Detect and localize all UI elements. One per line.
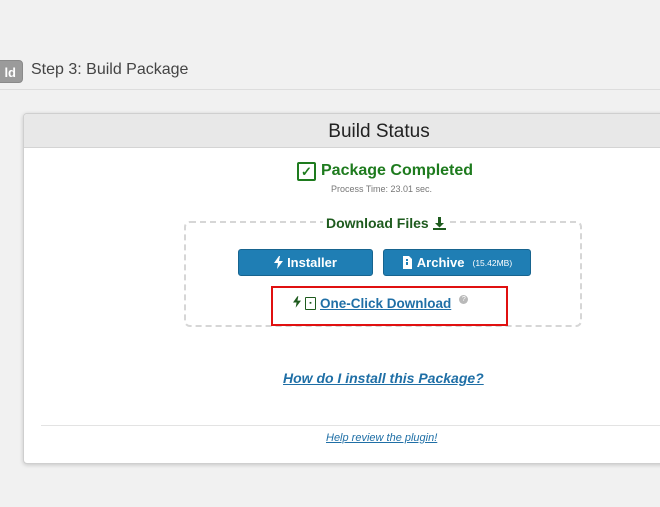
file-archive-icon — [402, 256, 412, 269]
review-plugin-link[interactable]: Help review the plugin! — [326, 432, 437, 444]
panel-header: Build Status — [24, 114, 660, 148]
download-files-label: Download Files — [326, 215, 429, 231]
step-badge: ld — [0, 60, 23, 83]
footer-divider — [41, 425, 660, 426]
build-status-panel: Build Status ✓ Package Completed Process… — [23, 113, 660, 464]
download-icon — [432, 216, 446, 230]
highlight-box — [271, 286, 508, 326]
archive-label: Archive — [416, 255, 465, 270]
download-files-title: Download Files — [323, 215, 449, 231]
panel-title: Build Status — [328, 121, 430, 142]
installer-label: Installer — [287, 255, 337, 270]
process-time: Process Time: 23.01 sec. — [331, 184, 433, 194]
step-header: ld Step 3: Build Package — [0, 0, 660, 90]
package-status-label: Package Completed — [321, 162, 474, 179]
check-square-icon: ✓ — [297, 161, 316, 181]
step-title: Step 3: Build Package — [31, 61, 189, 78]
archive-button[interactable]: Archive (15.42MB) — [383, 249, 531, 276]
step-divider — [0, 89, 660, 90]
archive-size: (15.42MB) — [472, 257, 513, 268]
install-help-link[interactable]: How do I install this Package? — [283, 370, 484, 386]
installer-button[interactable]: Installer — [238, 249, 373, 276]
package-status: ✓ Package Completed — [297, 159, 473, 183]
bolt-icon — [274, 256, 284, 269]
